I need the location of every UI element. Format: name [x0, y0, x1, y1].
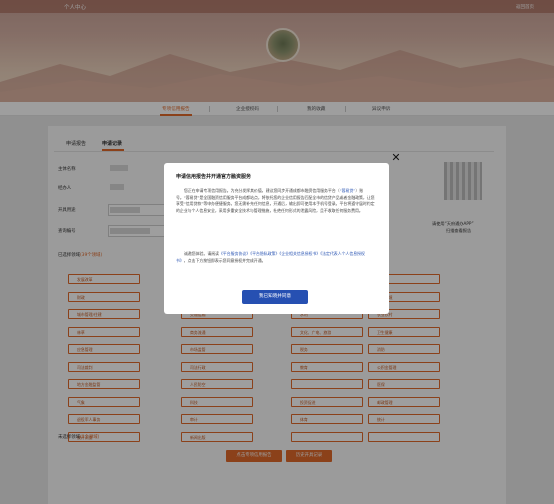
dialog-title: 申请信用报告并开通官方融资服务 — [176, 174, 252, 180]
close-icon[interactable]: ✕ — [390, 152, 402, 164]
service-agreement-link[interactable]: 《平台服务协议》 — [219, 251, 250, 256]
dialog-paragraph-1: 您正在申请专项信用报告。为充分发挥其价值，建议您同步开通成都市融资信用服务平台（… — [176, 188, 376, 214]
privacy-policy-link[interactable]: 《平台隐私政策》 — [250, 251, 279, 256]
dialog-paragraph-2: 诚邀您体验。请阅读《平台服务协议》《平台隐私政策》《企业相关信息授权书》《法定代… — [176, 251, 376, 264]
enterprise-auth-link[interactable]: 《企业相关信息授权书》 — [279, 251, 320, 256]
agree-button[interactable]: 我已知晓并同意 — [242, 290, 308, 304]
financing-service-dialog: 申请信用报告并开通官方融资服务 您正在申请专项信用报告。为充分发挥其价值，建议您… — [164, 163, 389, 314]
dialog-text: 您正在申请专项信用报告。为充分发挥其价值，建议您同步开通成都市融资信用服务平台（ — [184, 188, 340, 193]
dialog-text: 诚邀您体验。请阅读 — [184, 251, 220, 256]
rongyidai-link[interactable]: “蓉易贷” — [340, 188, 356, 193]
dialog-text: ，点击下方按钮即表示您同意授权并完成开通。 — [183, 257, 266, 263]
